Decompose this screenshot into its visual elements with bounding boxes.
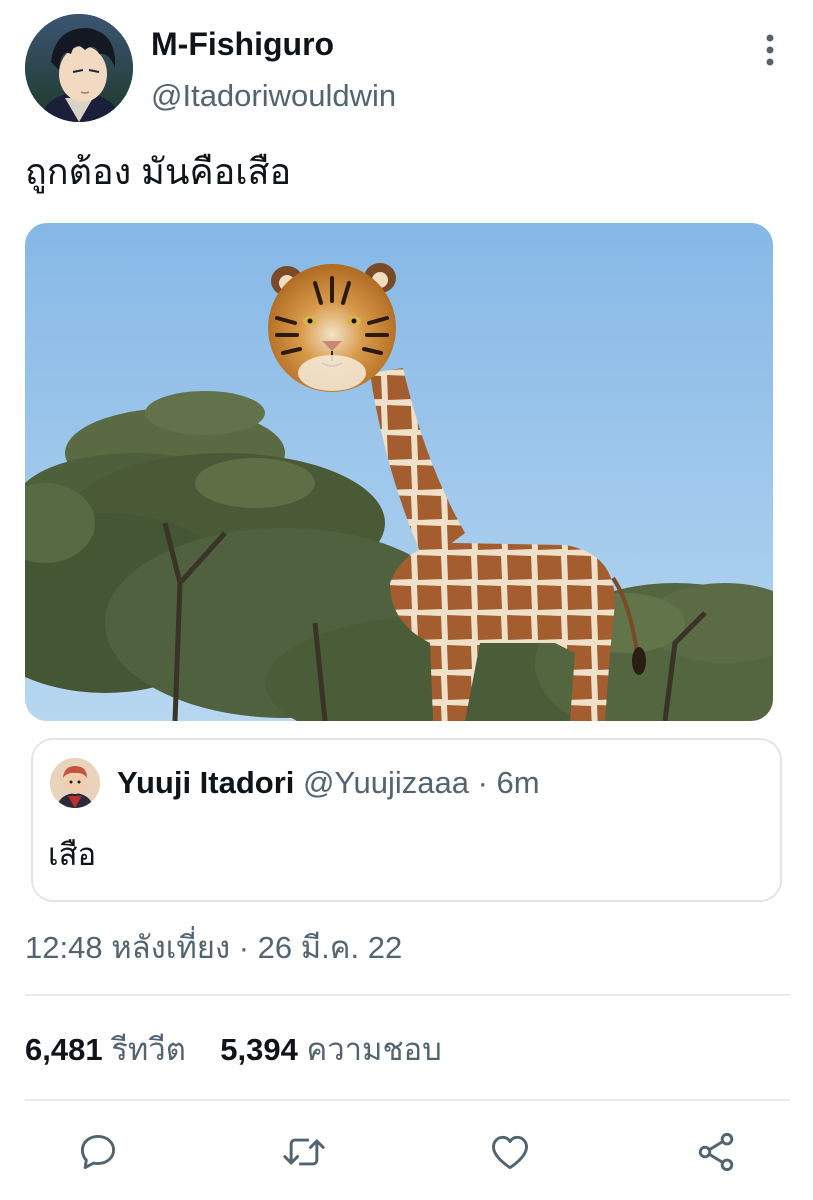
quoted-author-avatar[interactable] — [50, 758, 100, 808]
author-handle[interactable]: @Itadoriwouldwin — [151, 76, 396, 116]
author-display-name[interactable]: M-Fishiguro — [151, 24, 334, 64]
tweet-text: ถูกต้อง มันคือเสือ — [25, 151, 292, 192]
likes-count: 5,394 — [220, 1032, 298, 1067]
retweet-button[interactable] — [276, 1124, 332, 1180]
share-icon — [698, 1132, 734, 1172]
quoted-tweet-time[interactable]: 6m — [497, 765, 540, 800]
tweet-stats: 6,481 รีทวีต 5,394 ความชอบ — [25, 1026, 442, 1074]
retweet-icon — [283, 1138, 325, 1166]
tweet-media-image[interactable] — [25, 223, 773, 721]
quoted-tweet-header: Yuuji Itadori @Yuujizaaa · 6m — [117, 762, 540, 804]
more-options-button[interactable] — [750, 28, 790, 72]
quoted-separator: · — [477, 765, 488, 800]
quoted-tweet-card[interactable]: Yuuji Itadori @Yuujizaaa · 6m เสือ — [31, 738, 782, 902]
quoted-author-name[interactable]: Yuuji Itadori — [117, 765, 294, 800]
retweets-stat[interactable]: 6,481 รีทวีต — [25, 1032, 186, 1067]
likes-stat[interactable]: 5,394 ความชอบ — [220, 1032, 442, 1067]
quoted-author-handle[interactable]: @Yuujizaaa — [303, 765, 469, 800]
author-avatar[interactable] — [25, 14, 133, 122]
reply-icon — [80, 1134, 116, 1170]
retweets-count: 6,481 — [25, 1032, 103, 1067]
share-button[interactable] — [688, 1124, 744, 1180]
quoted-tweet-text: เสือ — [48, 837, 97, 872]
likes-label: ความชอบ — [306, 1032, 442, 1067]
like-button[interactable] — [482, 1124, 538, 1180]
divider — [25, 1099, 790, 1101]
heart-icon — [492, 1135, 528, 1170]
tweet-timestamp[interactable]: 12:48 หลังเที่ยง · 26 มี.ค. 22 — [25, 926, 402, 970]
reply-button[interactable] — [70, 1124, 126, 1180]
retweets-label: รีทวีต — [111, 1032, 186, 1067]
divider — [25, 994, 790, 996]
more-vertical-icon — [766, 34, 774, 66]
